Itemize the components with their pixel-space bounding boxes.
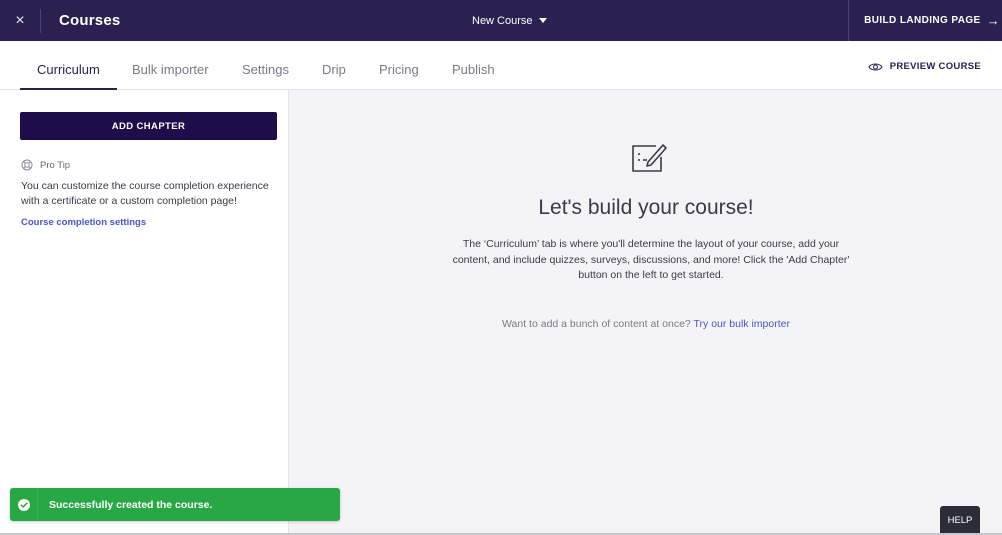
- tab-bulk-importer[interactable]: Bulk importer: [132, 41, 209, 90]
- bulk-importer-link[interactable]: Try our bulk importer: [694, 318, 790, 330]
- empty-state-title: Let's build your course!: [538, 196, 754, 219]
- edit-list-icon: [630, 140, 668, 179]
- eye-icon: [868, 62, 883, 72]
- preview-course-button[interactable]: PREVIEW COURSE: [868, 61, 981, 72]
- tab-settings[interactable]: Settings: [242, 41, 289, 90]
- tab-curriculum[interactable]: Curriculum: [20, 41, 117, 90]
- arrow-right-icon: →: [986, 13, 1000, 28]
- tab-pricing[interactable]: Pricing: [379, 41, 419, 90]
- pro-tip-text: You can customize the course completion …: [21, 180, 269, 207]
- course-completion-settings-link[interactable]: Course completion settings: [21, 217, 146, 228]
- success-toast: Successfully created the course.: [10, 488, 340, 521]
- lifebuoy-icon: [21, 159, 33, 171]
- pro-tip-label: Pro Tip: [40, 159, 71, 171]
- add-chapter-button[interactable]: ADD CHAPTER: [20, 112, 277, 140]
- empty-state-description: The ‘Curriculum’ tab is where you'll det…: [452, 238, 850, 281]
- tab-bar: Curriculum Bulk importer Settings Drip P…: [0, 41, 1002, 90]
- curriculum-empty-state: Let's build your course! The ‘Curriculum…: [290, 90, 1002, 535]
- page-title: Courses: [59, 12, 121, 29]
- toast-message: Successfully created the course.: [49, 498, 213, 511]
- preview-course-label: PREVIEW COURSE: [889, 61, 981, 72]
- bulk-import-text: Want to add a bunch of content at once?: [502, 318, 691, 330]
- pro-tip-header: Pro Tip: [21, 159, 70, 171]
- divider: [40, 8, 41, 33]
- caret-down-icon: [538, 17, 547, 23]
- help-button[interactable]: HELP: [940, 506, 980, 535]
- build-landing-page-label: BUILD LANDING PAGE: [864, 15, 981, 26]
- tab-publish[interactable]: Publish: [452, 41, 495, 90]
- check-circle-icon: [10, 488, 38, 521]
- course-selector-label: New Course: [472, 14, 533, 27]
- tab-drip[interactable]: Drip: [322, 41, 346, 90]
- curriculum-sidebar: ADD CHAPTER Pro Tip You can customize th…: [0, 90, 289, 535]
- course-selector[interactable]: New Course: [472, 0, 547, 41]
- build-landing-page-button[interactable]: BUILD LANDING PAGE →: [848, 0, 1002, 41]
- top-bar: × Courses New Course BUILD LANDING PAGE …: [0, 0, 1002, 41]
- close-icon[interactable]: ×: [0, 0, 40, 41]
- bulk-import-prompt: Want to add a bunch of content at once? …: [290, 318, 1002, 330]
